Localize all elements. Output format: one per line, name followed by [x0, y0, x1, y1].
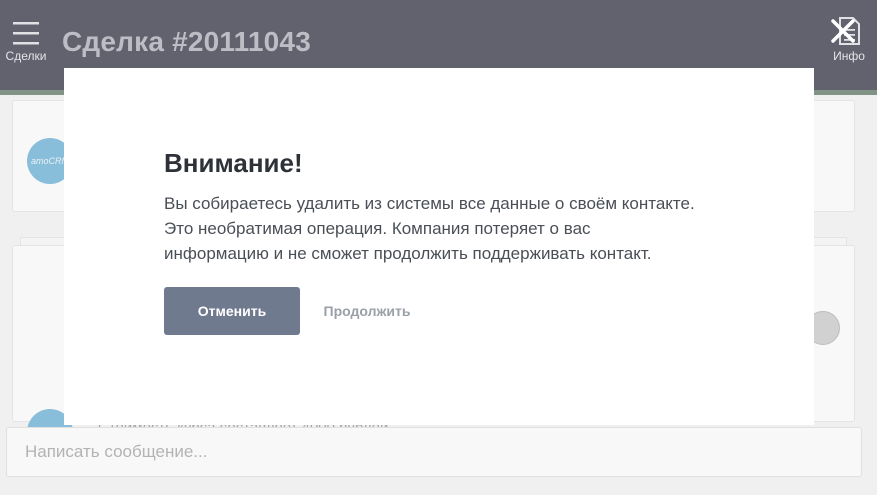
- close-button[interactable]: [826, 14, 860, 48]
- deals-menu-label: Сделки: [5, 49, 47, 63]
- hamburger-icon: [13, 22, 39, 45]
- dialog-message: Вы собираетесь удалить из системы все да…: [164, 191, 744, 266]
- dialog-title: Внимание!: [164, 148, 303, 178]
- confirm-dialog: Внимание! Вы собираетесь удалить из сист…: [64, 68, 814, 425]
- dialog-message-line: Это необратимая операция. Компания потер…: [164, 219, 591, 238]
- close-icon: [831, 19, 855, 43]
- message-input[interactable]: [6, 427, 862, 477]
- page-title: Сделка #20111043: [62, 26, 311, 57]
- dialog-message-line: информацию и не сможет продолжить поддер…: [164, 244, 652, 263]
- cancel-button[interactable]: Отменить: [164, 287, 300, 335]
- continue-button[interactable]: Продолжить: [312, 287, 422, 335]
- info-label: Инфо: [833, 49, 865, 63]
- deals-menu-button[interactable]: Сделки: [4, 20, 48, 70]
- dialog-message-line: Вы собираетесь удалить из системы все да…: [164, 194, 695, 213]
